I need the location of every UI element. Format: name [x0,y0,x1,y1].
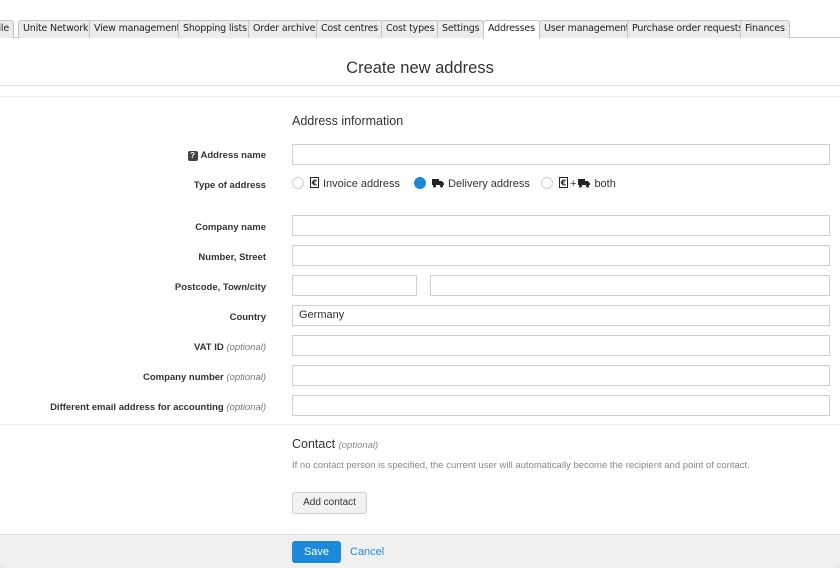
page-title: Create new address [346,59,494,77]
tab-finances[interactable]: Finances [740,20,790,38]
optional-hint: (optional) [338,440,379,451]
country-select[interactable]: Germany [292,305,830,326]
both-radio[interactable] [541,177,553,189]
both-option-label: both [594,178,616,190]
tab-addresses[interactable]: Addresses [483,20,540,39]
tab-settings[interactable]: Settings [437,20,485,38]
contact-title-text: Contact [292,437,336,451]
tab-shopping-lists[interactable]: Shopping lists [178,20,252,38]
accounting-email-label-text: Different email address for accounting [50,402,224,413]
svg-text:€: € [560,179,567,188]
tab-label: Addresses [488,23,535,34]
address-name-label-text: Address name [200,150,266,161]
delivery-address-option[interactable]: Delivery address [414,177,530,190]
tab-label: Order archive [253,23,316,34]
both-option[interactable]: € + both [541,177,616,190]
plus-sign: + [570,178,577,190]
invoice-option-label: Invoice address [323,178,401,190]
truck-icon [432,179,444,188]
tab-unite-network[interactable]: Unite Network [18,20,94,38]
invoice-address-option[interactable]: € Invoice address [292,177,400,190]
form-footer: Save Cancel [0,534,840,568]
tab-profile[interactable]: Profile [0,20,14,38]
tab-label: Shopping lists [183,23,247,34]
app-window: Profile Unite Network View management Sh… [0,0,840,568]
delivery-radio[interactable] [414,177,426,189]
country-label: Country [229,312,266,323]
company-number-input[interactable] [292,365,830,386]
tab-label: Cost centres [321,23,379,34]
save-button[interactable]: Save [292,541,341,563]
street-label: Number, Street [198,252,266,263]
tab-bar: Profile Unite Network View management Sh… [0,0,840,39]
tab-label: Cost types [386,23,435,34]
optional-hint: (optional) [226,342,266,353]
tab-label: Profile [0,23,9,34]
page-header: Create new address [0,38,840,86]
tab-label: Purchase order requests [632,23,743,34]
tab-purchase-order-requests[interactable]: Purchase order requests [627,20,748,38]
vat-id-label: VAT ID (optional) [194,342,266,353]
company-name-input[interactable] [292,215,830,236]
tab-label: View management [94,23,181,34]
tab-label: User management [544,23,630,34]
tab-label: Settings [442,23,480,34]
delivery-option-label: Delivery address [448,178,530,190]
vat-id-label-text: VAT ID [194,342,224,353]
vat-id-input[interactable] [292,335,830,356]
tab-cost-centres[interactable]: Cost centres [316,20,384,38]
contact-section-title: Contact (optional) [292,437,378,451]
optional-hint: (optional) [226,372,266,383]
optional-hint: (optional) [226,402,266,413]
invoice-icon: € [310,177,319,188]
invoice-icon: € [559,177,568,188]
tab-view-management[interactable]: View management [89,20,186,38]
tab-order-archive[interactable]: Order archive [248,20,321,38]
svg-text:€: € [311,179,318,188]
type-of-address-label: Type of address [193,180,266,191]
tab-user-management[interactable]: User management [539,20,635,38]
accounting-email-label: Different email address for accounting (… [50,402,266,413]
company-number-label-text: Company number [142,372,224,383]
address-section-title: Address information [292,114,404,128]
cancel-link[interactable]: Cancel [350,541,384,563]
invoice-radio[interactable] [292,177,304,189]
divider [0,96,840,97]
tab-label: Unite Network [23,23,89,34]
company-number-label: Company number (optional) [143,372,266,383]
address-name-label: ? Address name [187,150,266,161]
street-input[interactable] [292,245,830,266]
tab-label: Finances [745,23,785,34]
truck-icon [578,179,591,188]
town-input[interactable] [430,275,830,296]
divider [0,424,840,425]
help-icon[interactable]: ? [187,151,198,161]
postcode-town-label: Postcode, Town/city [174,282,266,293]
company-name-label: Company name [195,222,266,233]
tab-cost-types[interactable]: Cost types [381,20,440,38]
address-name-input[interactable] [292,144,830,165]
accounting-email-input[interactable] [292,395,830,416]
add-contact-button[interactable]: Add contact [292,492,367,514]
postcode-input[interactable] [292,275,417,296]
contact-help-text: If no contact person is specified, the c… [292,460,750,471]
